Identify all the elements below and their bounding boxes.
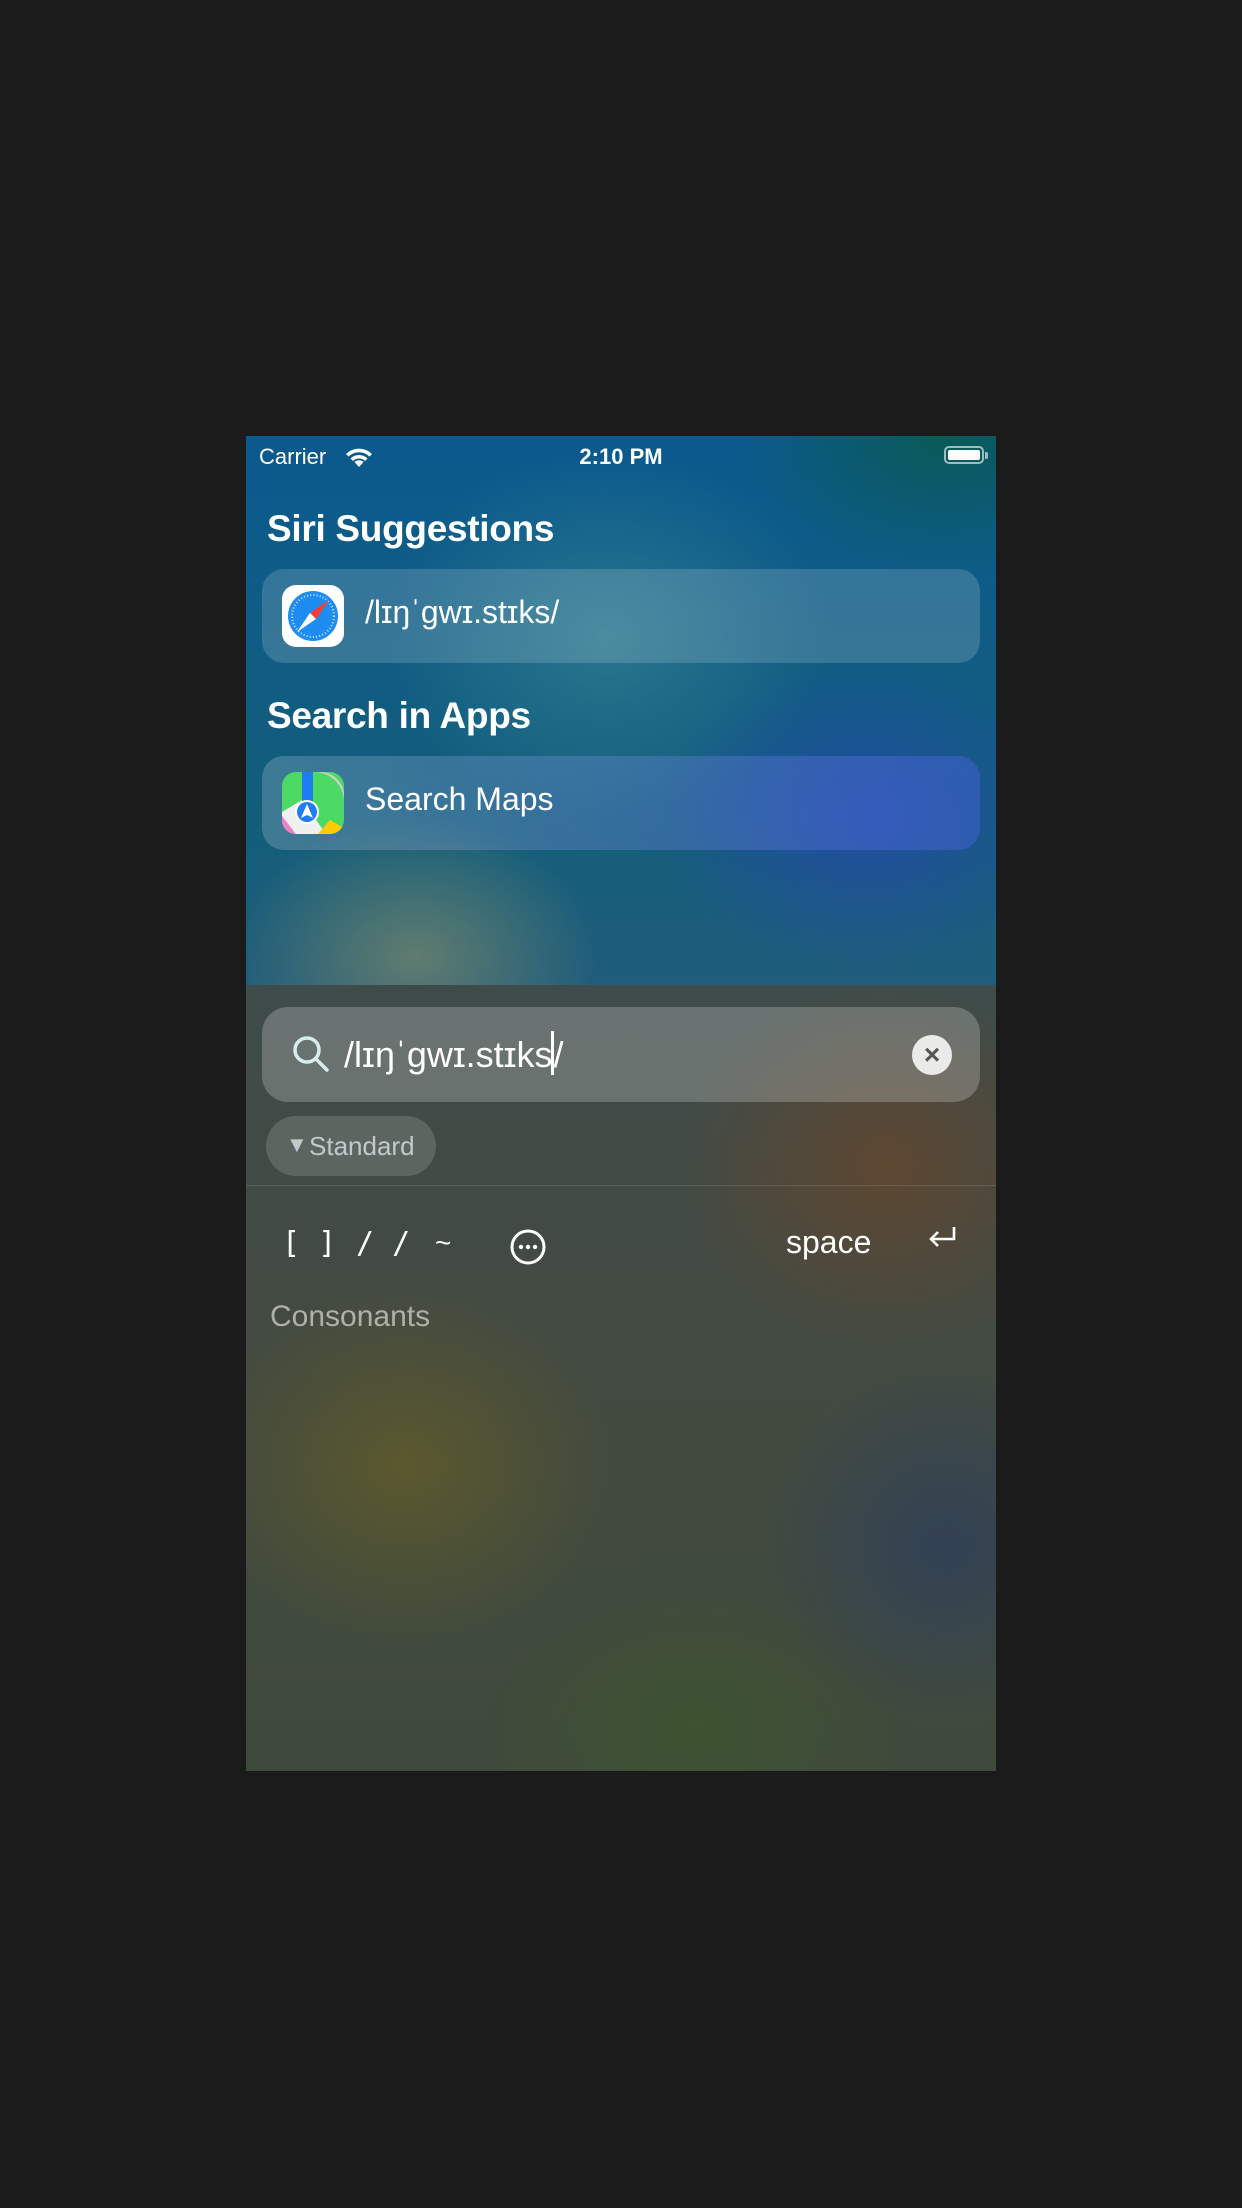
ellipsis-circle-icon[interactable] (509, 1228, 547, 1271)
clear-search-button[interactable]: × (912, 1035, 952, 1075)
space-button[interactable]: space (786, 1224, 871, 1261)
tilde-button[interactable]: ~ (435, 1227, 451, 1259)
clock: 2:10 PM (579, 444, 663, 469)
siri-suggestions-heading: Siri Suggestions (267, 508, 555, 549)
search-query-after-caret: / (553, 1034, 564, 1075)
siri-suggestion-card[interactable]: /lɪŋˈgwɪ.stɪks/ (262, 569, 980, 663)
battery-icon (944, 446, 988, 464)
clear-icon: × (923, 1039, 941, 1070)
slashes-button[interactable]: / / (356, 1226, 410, 1261)
search-maps-card[interactable]: Search Maps (262, 756, 980, 850)
keyboard-mode-label: Standard (309, 1131, 415, 1161)
search-icon (290, 1033, 332, 1080)
spotlight-screen: Carrier 2:10 PM Siri Suggestions /lɪŋˈgw… (246, 436, 996, 1771)
divider (246, 1185, 996, 1186)
search-input[interactable]: /lɪŋˈgwɪ.stɪks/ × (262, 1007, 980, 1102)
safari-icon (282, 585, 344, 647)
search-query: /lɪŋˈgwɪ.stɪks/ (344, 1031, 564, 1076)
search-maps-label: Search Maps (365, 781, 554, 817)
section-label: Consonants (270, 1300, 431, 1333)
keyboard-mode-selector[interactable]: ▼ Standard (266, 1116, 436, 1176)
search-query-before-caret: /lɪŋˈgwɪ.stɪks (344, 1034, 553, 1075)
dropdown-triangle-icon: ▼ (286, 1132, 308, 1157)
brackets-button[interactable]: [ ] (282, 1226, 336, 1261)
search-in-apps-heading: Search in Apps (267, 695, 531, 736)
suggestion-label: /lɪŋˈgwɪ.stɪks/ (365, 594, 560, 630)
keyboard-panel: /lɪŋˈgwɪ.stɪks/ × ▼ Standard [ ] / / ~ s… (246, 985, 996, 1771)
return-icon[interactable] (926, 1225, 960, 1260)
maps-icon (282, 772, 344, 834)
status-bar: Carrier 2:10 PM (246, 436, 996, 478)
